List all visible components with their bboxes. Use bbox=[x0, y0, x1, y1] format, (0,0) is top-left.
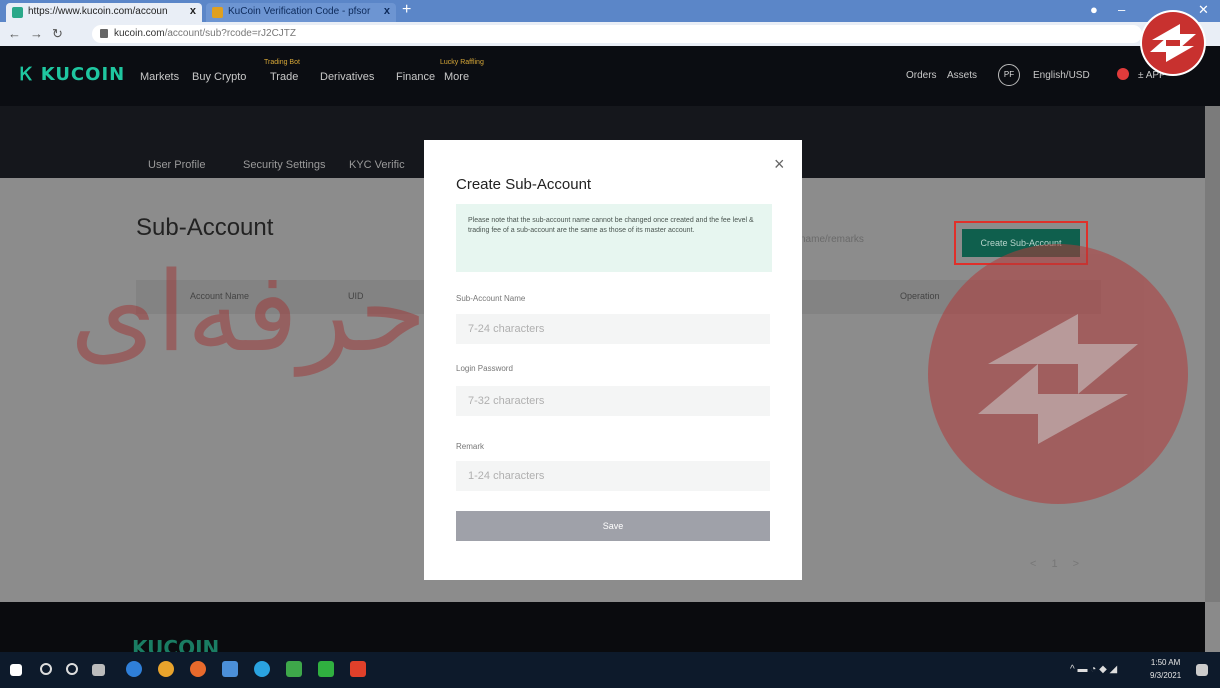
tray-icons[interactable]: ^ ▬ ◔ ◆ ◢ bbox=[1070, 664, 1117, 675]
nav-more-badge: Lucky Raffling bbox=[440, 59, 484, 66]
file-explorer-icon[interactable] bbox=[222, 661, 238, 677]
create-sub-account-modal: × Create Sub-Account Please note that th… bbox=[424, 140, 802, 580]
url-path: /account/sub?rcode=rJ2CJTZ bbox=[164, 28, 297, 39]
reload-icon[interactable]: ↻ bbox=[52, 26, 63, 42]
watermark-arrows-icon bbox=[978, 314, 1138, 444]
notification-center-icon[interactable] bbox=[1196, 664, 1208, 676]
sub-account-name-label: Sub-Account Name bbox=[456, 294, 526, 303]
modal-close-icon[interactable]: × bbox=[774, 154, 785, 175]
red-app-icon[interactable] bbox=[350, 661, 366, 677]
kucoin-logo-mark-icon: Ꮶ bbox=[20, 64, 41, 85]
kucoin-favicon-icon bbox=[12, 7, 23, 18]
lock-icon bbox=[100, 29, 108, 38]
url-host: kucoin.com bbox=[114, 28, 165, 39]
forward-arrow-icon[interactable]: → bbox=[30, 26, 43, 41]
language-currency-selector[interactable]: English/USD bbox=[1033, 70, 1090, 81]
remark-input[interactable] bbox=[456, 461, 770, 491]
tab-label: KuCoin Verification Code - pfsor bbox=[228, 6, 371, 17]
clock-date: 9/3/2021 bbox=[1150, 671, 1182, 680]
nav-more[interactable]: More bbox=[444, 71, 469, 83]
taskbar-clock[interactable]: 1:50 AM 9/3/2021 bbox=[1150, 656, 1181, 682]
modal-title: Create Sub-Account bbox=[456, 176, 592, 193]
app-icon[interactable] bbox=[286, 661, 302, 677]
clock-time: 1:50 AM bbox=[1150, 658, 1181, 667]
search-input[interactable]: name/remarks bbox=[800, 234, 864, 245]
back-arrow-icon[interactable]: ← bbox=[8, 26, 21, 41]
search-icon[interactable] bbox=[40, 663, 52, 675]
tab-close-icon[interactable]: x bbox=[384, 5, 390, 17]
pagination[interactable]: < 1 > bbox=[1030, 558, 1085, 570]
tab-verification-code[interactable]: KuCoin Verification Code - pfsor x bbox=[206, 3, 396, 22]
subnav-security-settings[interactable]: Security Settings bbox=[243, 159, 326, 171]
green-app-icon[interactable] bbox=[318, 661, 334, 677]
windows-start-icon[interactable] bbox=[10, 664, 22, 676]
site-footer: KUCOIN bbox=[0, 602, 1205, 660]
address-bar-row: ← → ↻ kucoin.com/account/sub?rcode=rJ2CJ… bbox=[0, 22, 1220, 46]
nav-assets[interactable]: Assets bbox=[947, 70, 977, 81]
notice-box: Please note that the sub-account name ca… bbox=[456, 204, 772, 272]
corner-watermark-logo bbox=[1140, 10, 1206, 76]
chrome-icon[interactable] bbox=[158, 661, 174, 677]
minimize-button[interactable]: – bbox=[1118, 2, 1125, 17]
site-header: Ꮶ KUCOIN Markets Buy Crypto Trading Bot … bbox=[0, 46, 1220, 106]
corner-arrows-icon bbox=[1142, 12, 1204, 74]
notification-badge-icon[interactable] bbox=[1117, 68, 1129, 80]
subnav-user-profile[interactable]: User Profile bbox=[148, 159, 205, 171]
task-view-icon[interactable] bbox=[92, 664, 105, 676]
nav-finance[interactable]: Finance bbox=[396, 71, 435, 83]
browser-tab-bar: https://www.kucoin.com/accoun x KuCoin V… bbox=[0, 0, 1220, 22]
subnav-kyc-verification[interactable]: KYC Verific bbox=[349, 159, 405, 171]
nav-markets[interactable]: Markets bbox=[140, 71, 179, 83]
nav-trade[interactable]: Trade bbox=[270, 71, 298, 83]
nav-buy-crypto[interactable]: Buy Crypto bbox=[192, 71, 246, 83]
profile-dot-icon[interactable]: ● bbox=[1090, 2, 1098, 17]
tab-close-icon[interactable]: x bbox=[190, 5, 196, 17]
windows-taskbar: ^ ▬ ◔ ◆ ◢ 1:50 AM 9/3/2021 bbox=[0, 652, 1220, 688]
firefox-icon[interactable] bbox=[190, 661, 206, 677]
kucoin-logo[interactable]: Ꮶ KUCOIN bbox=[20, 64, 125, 85]
nav-derivatives[interactable]: Derivatives bbox=[320, 71, 374, 83]
new-tab-button[interactable]: + bbox=[402, 1, 411, 19]
telegram-icon[interactable] bbox=[254, 661, 270, 677]
nav-orders[interactable]: Orders bbox=[906, 70, 937, 81]
url-input[interactable]: kucoin.com/account/sub?rcode=rJ2CJTZ bbox=[92, 25, 1142, 43]
cortana-icon[interactable] bbox=[66, 663, 78, 675]
tab-kucoin-account[interactable]: https://www.kucoin.com/accoun x bbox=[6, 3, 202, 22]
gmail-favicon-icon bbox=[212, 7, 223, 18]
login-password-label: Login Password bbox=[456, 364, 513, 373]
edge-icon[interactable] bbox=[126, 661, 142, 677]
avatar[interactable]: PF bbox=[998, 64, 1020, 86]
tab-label: https://www.kucoin.com/accoun bbox=[28, 6, 168, 17]
remark-label: Remark bbox=[456, 442, 485, 451]
page-scrollbar[interactable] bbox=[1205, 106, 1220, 602]
login-password-input[interactable] bbox=[456, 386, 770, 416]
page-title: Sub-Account bbox=[136, 214, 274, 241]
save-button[interactable]: Save bbox=[456, 511, 770, 541]
watermark-logo-icon bbox=[928, 244, 1188, 504]
logo-text: KUCOIN bbox=[40, 64, 126, 85]
sub-account-name-input[interactable] bbox=[456, 314, 770, 344]
nav-trade-badge: Trading Bot bbox=[264, 59, 300, 66]
